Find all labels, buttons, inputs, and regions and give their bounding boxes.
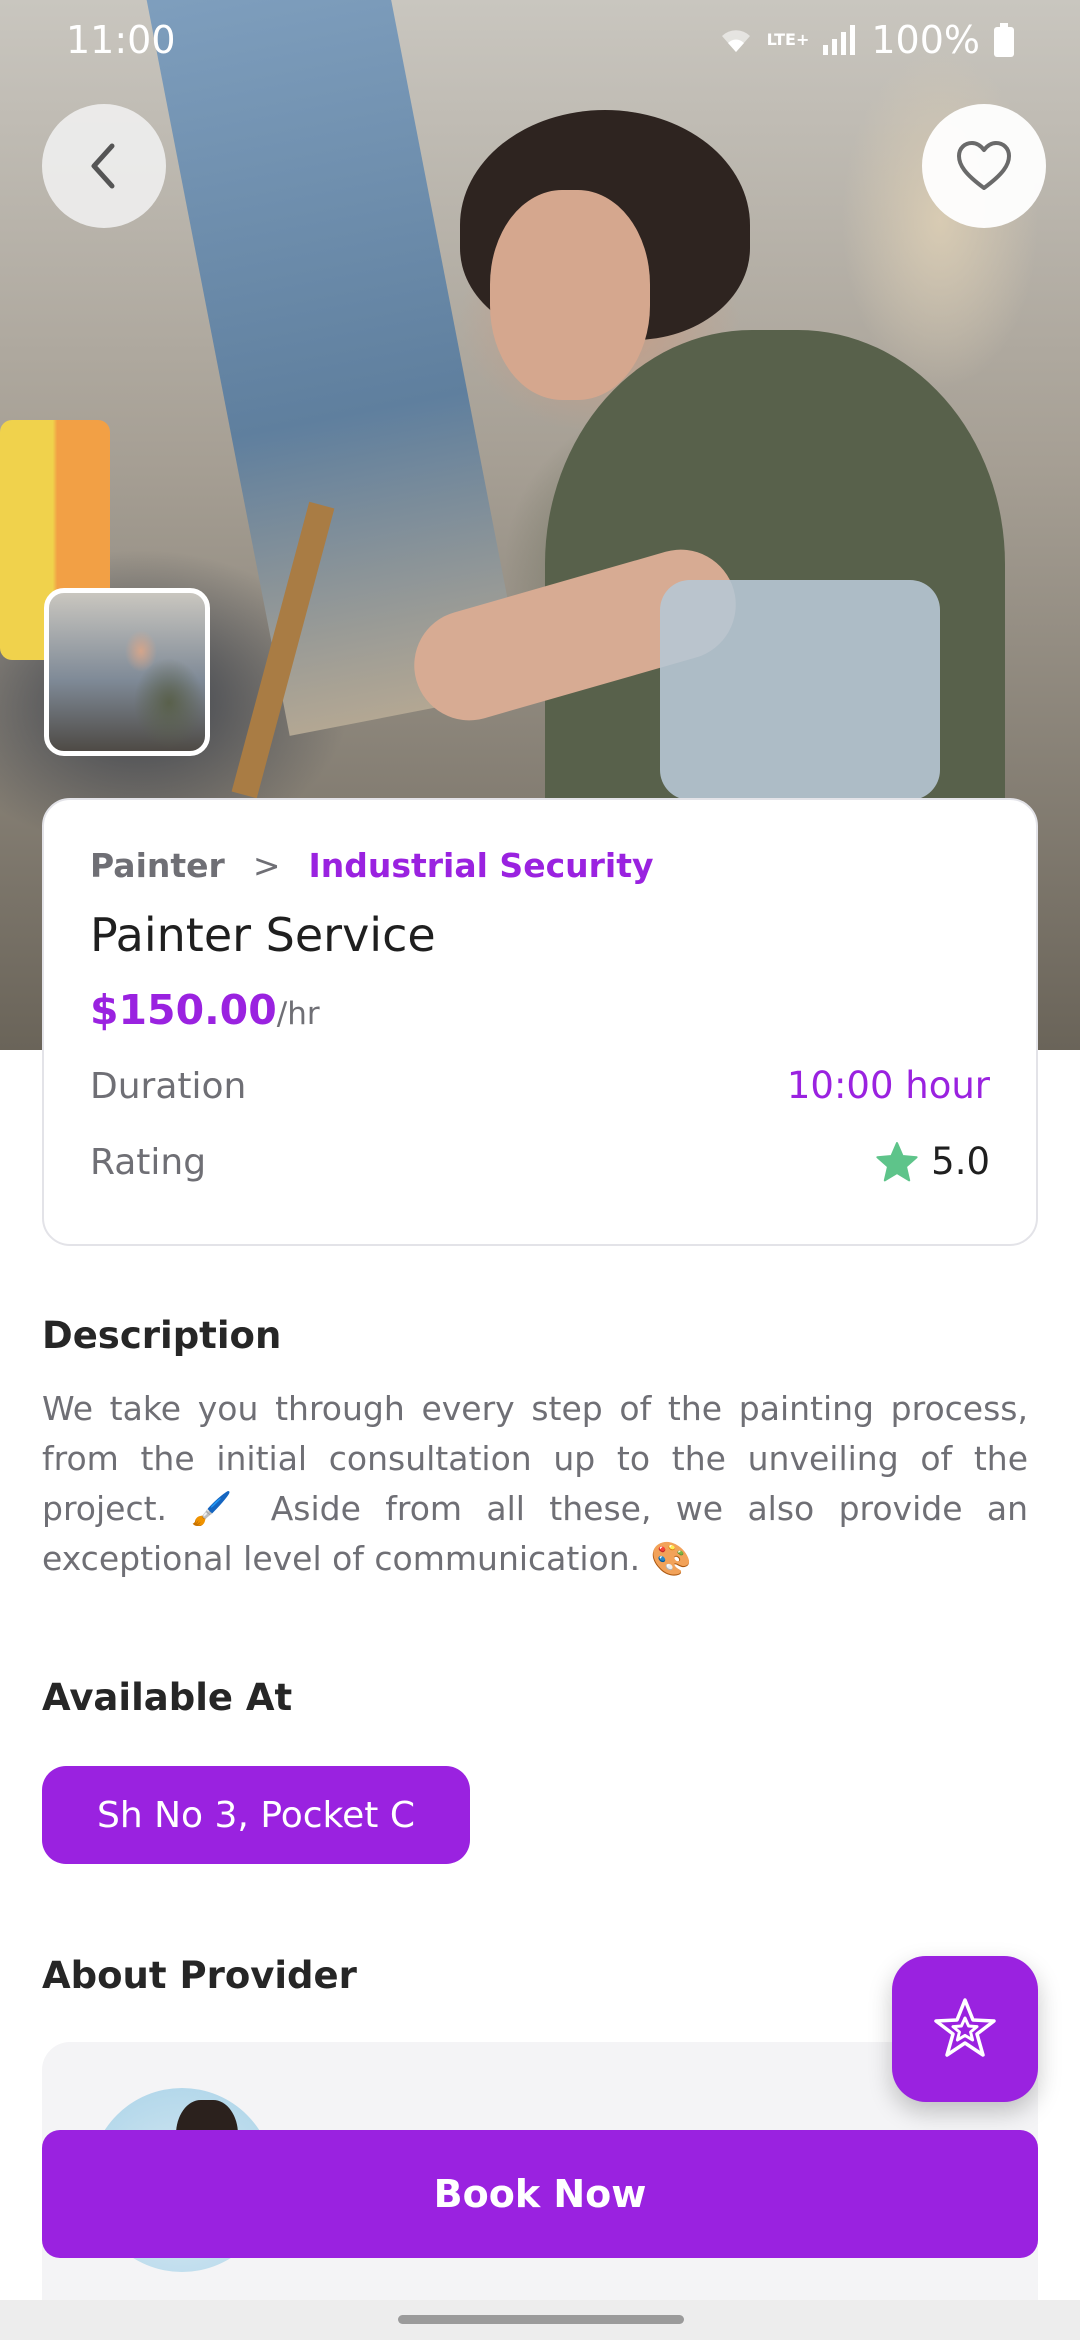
heart-outline-icon	[957, 141, 1011, 190]
description-text: We take you through every step of the pa…	[42, 1389, 1028, 1578]
price-amount: $150.00	[90, 986, 277, 1034]
duration-value: 10:00 hour	[786, 1064, 990, 1107]
star-icon	[876, 1141, 918, 1181]
book-now-button[interactable]: Book Now	[42, 2130, 1038, 2258]
star-badge-icon	[934, 1998, 996, 2057]
wifi-icon	[721, 30, 750, 52]
rating-value: 5.0	[875, 1140, 990, 1183]
service-title: Painter Service	[90, 908, 436, 962]
rate-service-fab[interactable]	[892, 1956, 1038, 2102]
duration-label: Duration	[90, 1066, 247, 1107]
brush-jar	[660, 580, 940, 800]
breadcrumb-category[interactable]: Painter	[90, 846, 225, 885]
painter-face	[490, 190, 650, 400]
gallery-thumbnail[interactable]	[44, 588, 210, 756]
battery-percent: 100%	[871, 18, 980, 62]
available-at-title: Available At	[42, 1676, 293, 1719]
service-info-card: Painter > Industrial Security Painter Se…	[42, 798, 1038, 1246]
home-indicator[interactable]	[398, 2315, 684, 2324]
breadcrumb-subcategory[interactable]: Industrial Security	[308, 846, 653, 885]
network-type: LTE+	[766, 30, 810, 49]
breadcrumb: Painter > Industrial Security	[90, 846, 654, 885]
rating-number: 5.0	[931, 1140, 990, 1183]
favorite-button[interactable]	[922, 104, 1046, 228]
back-button[interactable]	[42, 104, 166, 228]
chevron-left-icon	[91, 143, 115, 189]
breadcrumb-separator: >	[252, 846, 281, 885]
address-chip[interactable]: Sh No 3, Pocket C	[42, 1766, 470, 1864]
service-price: $150.00/hr	[90, 986, 320, 1034]
description-title: Description	[42, 1314, 282, 1357]
status-icons: LTE+ 100%	[719, 18, 1014, 62]
price-unit: /hr	[276, 996, 320, 1032]
battery-icon	[994, 23, 1014, 57]
about-provider-title: About Provider	[42, 1954, 357, 1997]
status-time: 11:00	[66, 18, 176, 62]
signal-icon	[823, 25, 856, 55]
status-bar: 11:00 LTE+ 100%	[0, 0, 1080, 80]
rating-label: Rating	[90, 1142, 207, 1183]
